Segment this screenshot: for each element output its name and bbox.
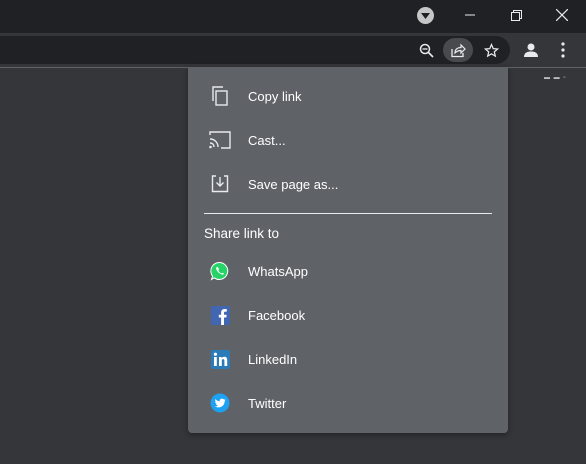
- chevron-down-icon: [421, 12, 430, 19]
- twitter-icon: [208, 391, 232, 415]
- share-button[interactable]: [443, 38, 473, 62]
- minimize-button[interactable]: [447, 0, 493, 30]
- linkedin-icon: [208, 347, 232, 371]
- facebook-icon: [208, 303, 232, 327]
- save-page-item[interactable]: Save page as...: [188, 162, 508, 206]
- facebook-label: Facebook: [248, 307, 306, 323]
- toolbar: [0, 33, 586, 67]
- overflow-indicator: ▬ ▬ ▫: [544, 75, 567, 81]
- copy-link-label: Copy link: [248, 88, 302, 104]
- cast-item[interactable]: Cast...: [188, 118, 508, 162]
- browser-menu-button[interactable]: [550, 37, 576, 63]
- share-icon: [451, 43, 466, 57]
- menu-separator: [204, 213, 492, 214]
- close-window-button[interactable]: [539, 0, 585, 30]
- profile-button[interactable]: [518, 37, 544, 63]
- restore-icon: [510, 9, 522, 21]
- zoom-button[interactable]: [413, 37, 439, 63]
- share-twitter-item[interactable]: Twitter: [188, 381, 508, 425]
- star-icon: [483, 42, 499, 57]
- share-heading: Share link to: [204, 226, 280, 241]
- title-bar: [0, 0, 586, 33]
- copy-icon: [208, 84, 232, 108]
- person-icon: [524, 43, 538, 57]
- download-icon: [208, 172, 232, 196]
- tab-search-button[interactable]: [417, 7, 434, 24]
- restore-button[interactable]: [493, 0, 539, 30]
- share-menu: Copy link Cast... Save page as... Share …: [188, 67, 508, 433]
- copy-link-item[interactable]: Copy link: [188, 74, 508, 118]
- twitter-label: Twitter: [248, 395, 287, 411]
- share-facebook-item[interactable]: Facebook: [188, 293, 508, 337]
- cast-icon: [208, 128, 232, 152]
- share-whatsapp-item[interactable]: WhatsApp: [188, 249, 508, 293]
- cast-label: Cast...: [248, 132, 286, 148]
- more-vertical-icon: [561, 42, 565, 58]
- minimize-icon: [465, 14, 475, 16]
- whatsapp-label: WhatsApp: [248, 263, 308, 279]
- zoom-out-icon: [419, 43, 434, 58]
- linkedin-label: LinkedIn: [248, 351, 298, 367]
- close-icon: [556, 9, 568, 21]
- save-page-label: Save page as...: [248, 176, 339, 192]
- bookmark-button[interactable]: [478, 37, 504, 63]
- whatsapp-icon: [208, 259, 232, 283]
- share-linkedin-item[interactable]: LinkedIn: [188, 337, 508, 381]
